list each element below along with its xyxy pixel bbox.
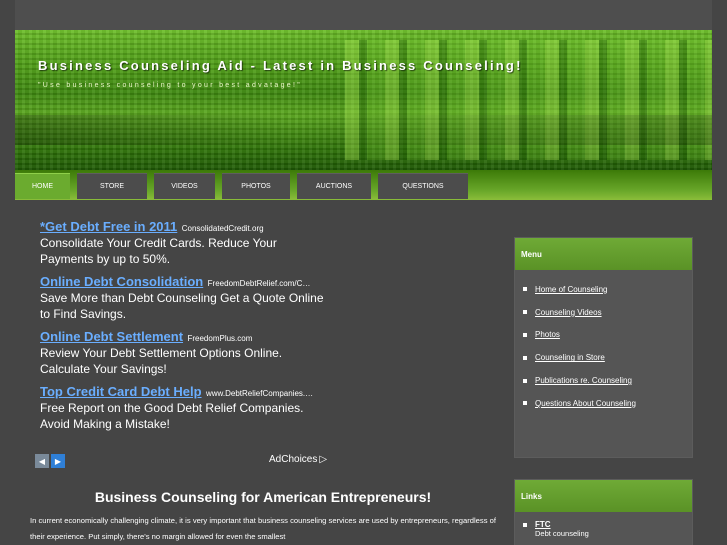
sidebar-menu-title: Menu [515, 238, 692, 270]
bullet-icon [523, 332, 527, 337]
sidebar-link[interactable]: Counseling Videos [535, 308, 602, 317]
ad-url[interactable]: FreedomDebtRelief.com/C… [208, 279, 311, 288]
sidebar-item-home: Home of Counseling [523, 278, 692, 301]
article-body: In current economically challenging clim… [30, 516, 496, 541]
sidebar-link[interactable]: Publications re. Counseling [535, 376, 632, 385]
sidebar-link-item: FTC Debt counseling [523, 520, 692, 538]
sidebar-links: Links FTC Debt counseling [514, 479, 693, 545]
article-title: Business Counseling for American Entrepr… [94, 489, 432, 505]
adchoices-icon: ▷ [319, 454, 328, 465]
ad-item: Online Debt Settlement FreedomPlus.com R… [40, 328, 330, 377]
sidebar-item-questions: Questions About Counseling [523, 392, 692, 415]
sidebar-link-subtext: Debt counseling [535, 529, 589, 538]
bullet-icon [523, 401, 527, 406]
tab-questions[interactable]: QUESTIONS [378, 173, 468, 199]
tab-videos[interactable]: VIDEOS [154, 173, 215, 199]
ad-url[interactable]: ConsolidatedCredit.org [182, 224, 264, 233]
bullet-icon [523, 310, 527, 315]
ad-title-link[interactable]: Online Debt Settlement [40, 329, 183, 344]
bullet-icon [523, 378, 527, 383]
ad-description: Free Report on the Good Debt Relief Comp… [40, 401, 304, 431]
tab-store[interactable]: STORE [77, 173, 147, 199]
ad-title-link[interactable]: *Get Debt Free in 2011 [40, 219, 177, 234]
sidebar-menu: Menu Home of Counseling Counseling Video… [514, 237, 693, 458]
ad-description: Review Your Debt Settlement Options Onli… [40, 346, 283, 376]
ad-url[interactable]: FreedomPlus.com [187, 334, 252, 343]
sidebar-item-store: Counseling in Store [523, 346, 692, 369]
tab-home[interactable]: HOME [15, 173, 70, 199]
ad-title-link[interactable]: Top Credit Card Debt Help [40, 384, 202, 399]
ad-description: Save More than Debt Counseling Get a Quo… [40, 291, 324, 321]
sidebar-link[interactable]: Home of Counseling [535, 285, 607, 294]
ad-pager: ◀ ▶ [35, 454, 65, 468]
sidebar-link[interactable]: Questions About Counseling [535, 399, 636, 408]
main-nav: HOME STORE VIDEOS PHOTOS AUCTIONS QUESTI… [15, 173, 468, 199]
tab-auctions[interactable]: AUCTIONS [297, 173, 371, 199]
bullet-icon [523, 523, 527, 527]
site-tagline: "Use business counseling to your best ad… [38, 82, 303, 89]
chevron-left-icon[interactable]: ◀ [35, 454, 49, 468]
chevron-right-icon[interactable]: ▶ [51, 454, 65, 468]
ad-item: Online Debt Consolidation FreedomDebtRel… [40, 273, 330, 322]
sidebar-item-videos: Counseling Videos [523, 301, 692, 324]
ad-url[interactable]: www.DebtReliefCompanies.… [206, 389, 313, 398]
tab-photos[interactable]: PHOTOS [222, 173, 290, 199]
ad-block: *Get Debt Free in 2011 ConsolidatedCredi… [40, 218, 330, 438]
bullet-icon [523, 355, 527, 360]
sidebar-item-photos: Photos [523, 324, 692, 347]
sidebar-link[interactable]: Photos [535, 330, 560, 339]
sidebar-link[interactable]: Counseling in Store [535, 353, 605, 362]
ad-item: Top Credit Card Debt Help www.DebtRelief… [40, 383, 330, 432]
site-title: Business Counseling Aid - Latest in Busi… [38, 58, 523, 73]
adchoices-label: AdChoices [269, 454, 318, 465]
ad-description: Consolidate Your Credit Cards. Reduce Yo… [40, 236, 277, 266]
adchoices-link[interactable]: AdChoices ▷ [269, 454, 327, 465]
sidebar-links-title: Links [515, 480, 692, 512]
sidebar-item-publications: Publications re. Counseling [523, 369, 692, 392]
bullet-icon [523, 287, 527, 292]
sidebar-link-ftc[interactable]: FTC [535, 520, 551, 529]
top-bar [15, 0, 712, 30]
header-banner: Business Counseling Aid - Latest in Busi… [15, 30, 712, 170]
ad-title-link[interactable]: Online Debt Consolidation [40, 274, 203, 289]
ad-item: *Get Debt Free in 2011 ConsolidatedCredi… [40, 218, 330, 267]
